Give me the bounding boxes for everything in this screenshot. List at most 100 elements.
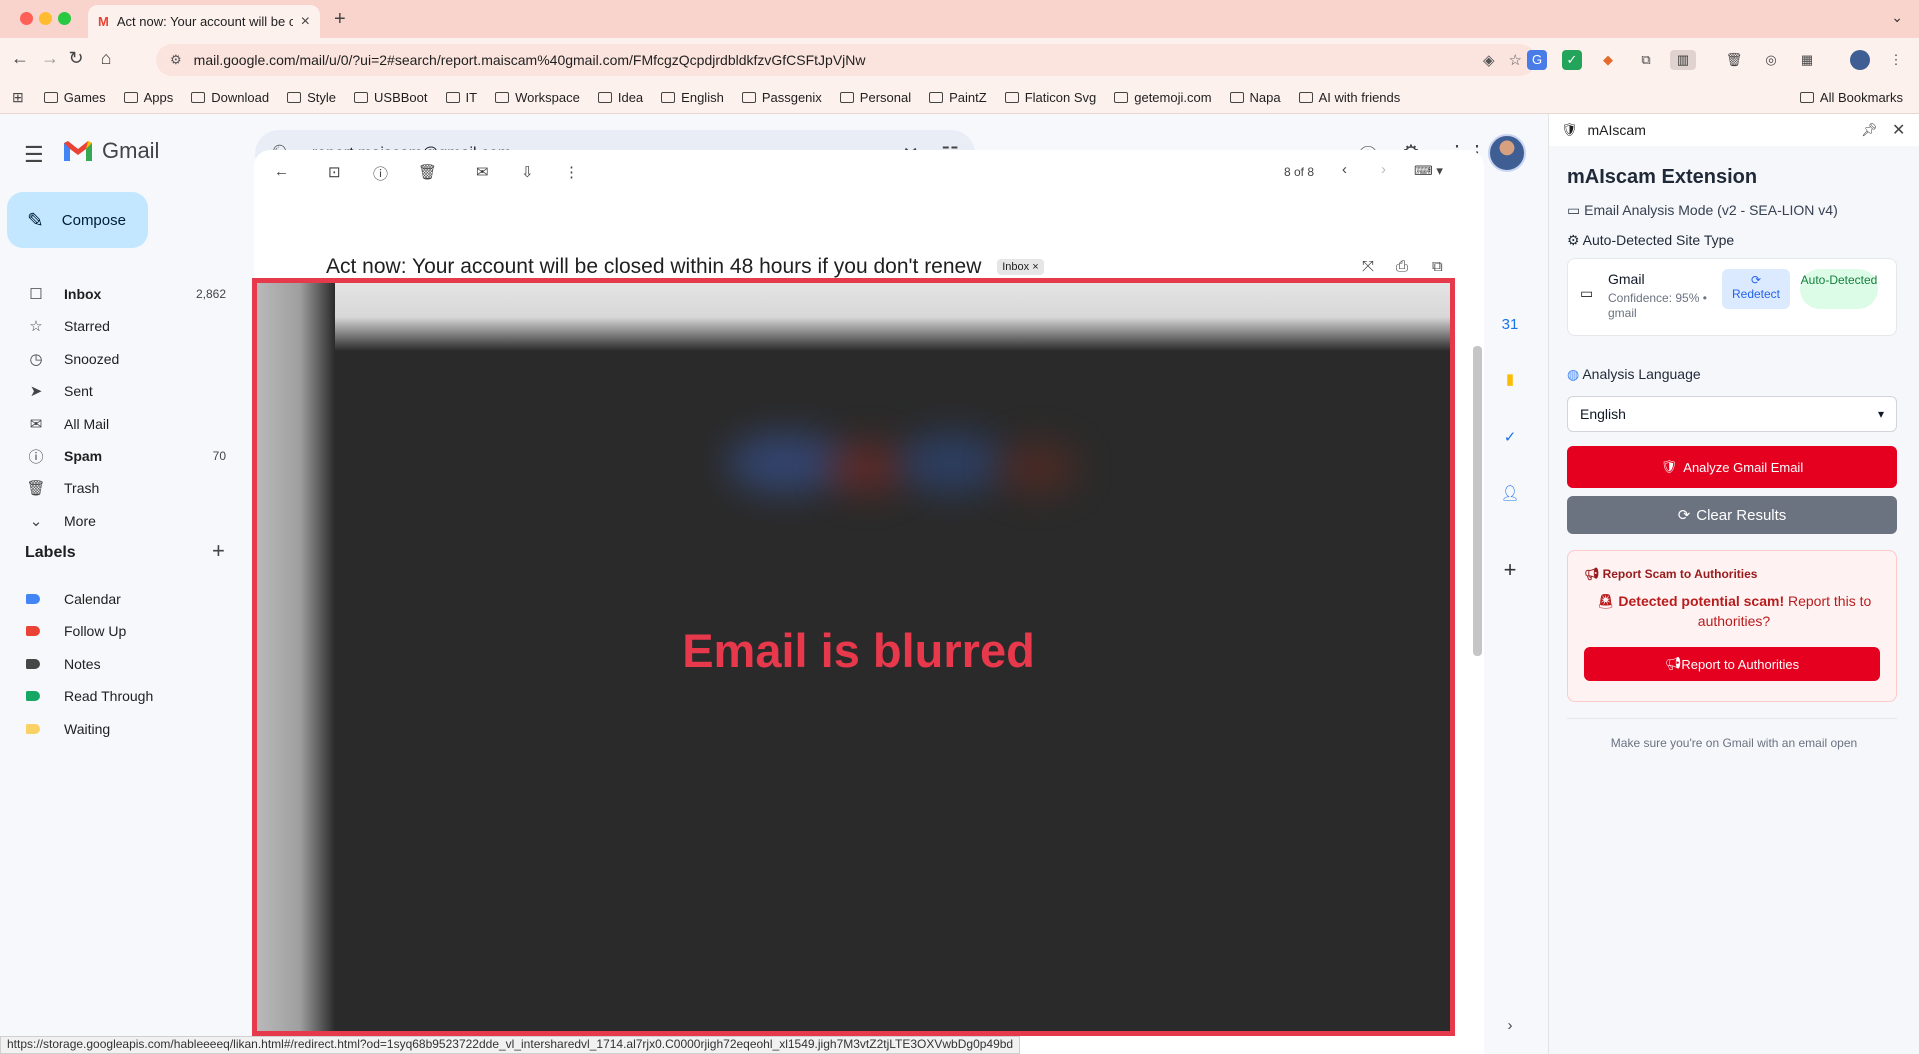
nav-item[interactable]: ✉ All Mail [0,408,240,440]
lens-icon[interactable]: ◈ [1483,51,1495,69]
contacts-addon-icon[interactable]: 👤︎ [1496,480,1524,508]
close-tab-icon[interactable]: × [301,13,310,31]
bookmark-label: Idea [617,90,644,105]
extensions-puzzle-icon[interactable]: ⧉ [1636,50,1656,70]
back-arrow-icon[interactable]: ← [8,48,32,69]
nav-item[interactable]: ☐ Inbox 2,862 [0,278,240,310]
zoom-window-button[interactable] [58,12,71,25]
language-select[interactable]: English ▾ [1567,396,1897,432]
all-bookmarks-button[interactable]: All Bookmarks [1799,90,1903,105]
label-item[interactable]: Read Through [0,680,240,712]
nav-item-label: Inbox [64,286,102,302]
more-actions-icon[interactable]: ⋮ [564,163,579,181]
blurred-logo-blob [897,433,1007,493]
bookmark-item[interactable]: Passgenix [741,90,822,105]
close-icon[interactable]: ✕ [1892,120,1905,140]
nav-item-label: Starred [64,318,110,335]
add-label-icon[interactable]: + [212,538,225,564]
clear-results-button[interactable]: ⟳ Clear Results [1567,496,1897,534]
move-to-icon[interactable]: ⇩ [521,163,534,181]
analyze-email-button[interactable]: 🛡︎ Analyze Gmail Email [1567,446,1897,488]
pin-icon[interactable]: 📌︎ [1861,122,1878,138]
back-to-search-icon[interactable]: ← [274,163,289,180]
hide-side-panel-icon[interactable]: › [1496,1012,1524,1040]
label-item[interactable]: Follow Up [0,615,240,647]
archive-icon[interactable]: ⊡ [328,163,341,181]
keep-addon-icon[interactable]: ▮ [1496,366,1524,394]
apps-grid-icon[interactable]: ⊞ [12,89,24,106]
print-icon[interactable]: ⎙ [1396,258,1408,275]
side-panel-icon[interactable]: ▥ [1670,50,1696,70]
address-url[interactable]: mail.google.com/mail/u/0/?ui=2#search/re… [194,52,1469,68]
browser-menu-icon[interactable]: ⋮ [1886,50,1906,70]
gmail-logo[interactable]: Gmail [62,138,159,164]
bookmark-item[interactable]: Games [43,90,106,105]
reload-icon[interactable]: ↻ [64,48,88,69]
get-addons-icon[interactable]: + [1496,556,1524,584]
scam-alert-strong: Detected potential scam! [1618,593,1785,609]
shield-extension-icon[interactable]: ✓ [1562,50,1582,70]
newer-chevron-icon[interactable]: ‹ [1342,161,1347,178]
older-chevron-icon[interactable]: › [1381,161,1386,178]
report-spam-icon[interactable]: ⓘ [373,163,388,184]
profile-avatar[interactable] [1850,50,1870,70]
bookmark-item[interactable]: Idea [597,90,644,105]
bookmark-item[interactable]: getemoji.com [1114,90,1212,105]
label-tag-icon [26,658,40,669]
bookmark-item[interactable]: Flaticon Svg [1004,90,1096,105]
browser-tab-active[interactable]: M Act now: Your account will be closed w… [88,5,320,38]
inbox-label-chip[interactable]: Inbox × [997,259,1044,276]
bookmark-item[interactable]: English [661,90,724,105]
bookmark-item[interactable]: PaintZ [929,90,987,105]
delete-icon[interactable]: 🗑 [1724,50,1744,70]
compose-button[interactable]: ✎ Compose [7,192,148,248]
label-item[interactable]: Notes [0,648,240,680]
site-info-icon[interactable]: ⚙ [170,52,182,68]
mark-unread-icon[interactable]: ✉ [476,163,489,181]
input-tools-icon[interactable]: ⌨ ▾ [1414,163,1443,179]
nav-item[interactable]: ⌄ More [0,505,240,537]
translate-extension-icon[interactable]: G [1527,50,1547,70]
nav-item[interactable]: ☆ Starred [0,310,240,342]
tasks-addon-icon[interactable]: ✓ [1496,424,1524,452]
calendar-addon-icon[interactable]: 31 [1496,311,1524,339]
bookmark-item[interactable]: Style [287,90,336,105]
forward-arrow-icon[interactable]: → [38,48,62,69]
label-item[interactable]: Waiting [0,713,240,745]
layout-icon[interactable]: ▦ [1797,50,1817,70]
bookmark-item[interactable]: Download [191,90,269,105]
close-window-button[interactable] [20,12,33,25]
delete-icon[interactable]: 🗑 [418,163,437,181]
metamask-extension-icon[interactable]: ◆ [1598,50,1618,70]
account-avatar[interactable] [1488,134,1526,172]
new-window-icon[interactable]: ⧉ [1432,258,1443,275]
nav-item[interactable]: ➤ Sent [0,375,240,407]
bookmark-item[interactable]: Napa [1229,90,1281,105]
tab-search-chevron-icon[interactable]: ⌄ [1891,9,1903,26]
collapse-all-icon[interactable]: ⤧ [1362,258,1374,275]
browser-tab-strip: M Act now: Your account will be closed w… [0,0,1919,38]
message-scrollbar[interactable] [1473,346,1482,656]
main-menu-icon[interactable]: ☰ [24,142,44,168]
bookmark-item[interactable]: AI with friends [1298,90,1400,105]
bookmark-item[interactable]: USBBoot [354,90,428,105]
minimize-window-button[interactable] [39,12,52,25]
language-heading-text: Analysis Language [1582,366,1701,382]
bookmark-item[interactable]: Personal [839,90,911,105]
nav-item[interactable]: ◷ Snoozed [0,343,240,375]
labels-heading: Labels [25,544,76,561]
bookmark-item[interactable]: IT [445,90,477,105]
bookmark-star-icon[interactable]: ☆ [1509,51,1522,69]
nav-item[interactable]: ⓘ Spam 70 [0,440,240,472]
label-item[interactable]: Calendar [0,583,240,615]
new-tab-button[interactable]: + [334,8,346,31]
media-icon[interactable]: ◎ [1761,50,1781,70]
email-subject: Act now: Your account will be closed wit… [326,255,1044,279]
report-to-authorities-button[interactable]: 📢︎ Report to Authorities [1584,647,1880,681]
bookmark-item[interactable]: Workspace [495,90,580,105]
nav-item[interactable]: 🗑 Trash [0,472,240,504]
bookmark-item[interactable]: Apps [123,90,173,105]
address-bar[interactable]: ⚙ mail.google.com/mail/u/0/?ui=2#search/… [156,44,1536,76]
home-icon[interactable]: ⌂ [94,48,118,69]
redetect-button[interactable]: ⟳ Redetect [1722,269,1790,309]
